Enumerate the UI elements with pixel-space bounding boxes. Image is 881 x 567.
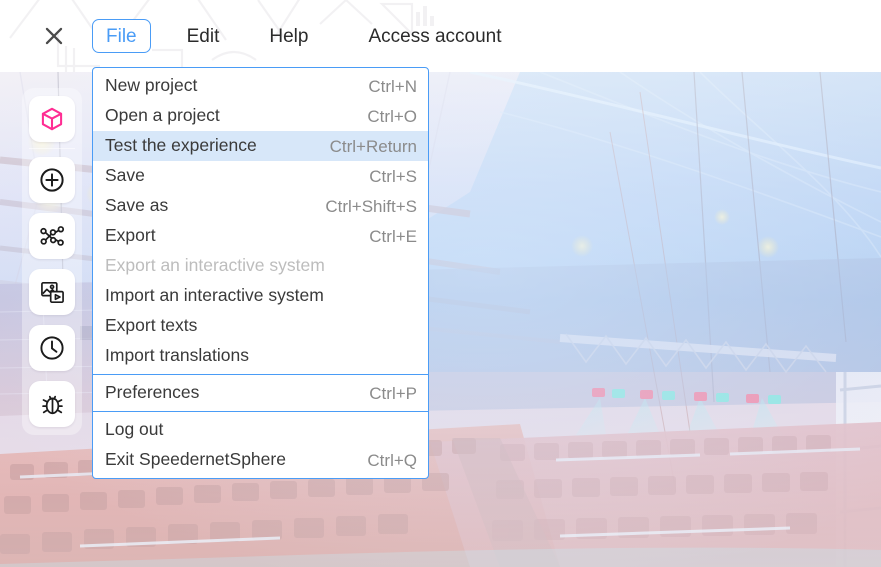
- menu-file[interactable]: File: [92, 19, 151, 53]
- menu-item-shortcut: Ctrl+N: [368, 78, 417, 95]
- tool-sidebar: [22, 88, 82, 435]
- menu-item-new-project[interactable]: New project Ctrl+N: [93, 71, 428, 101]
- menu-item-label: Test the experience: [105, 137, 257, 155]
- menu-item-shortcut: Ctrl+Shift+S: [325, 198, 417, 215]
- node-graph-icon: [39, 223, 66, 250]
- menu-item-open-a-project[interactable]: Open a project Ctrl+O: [93, 101, 428, 131]
- menu-item-shortcut: Ctrl+O: [367, 108, 417, 125]
- menu-item-label: Exit SpeedernetSphere: [105, 451, 286, 469]
- menu-item-test-the-experience[interactable]: Test the experience Ctrl+Return: [93, 131, 428, 161]
- menu-item-label: Export an interactive system: [105, 257, 325, 275]
- sidebar-divider: [29, 148, 75, 149]
- menu-help[interactable]: Help: [255, 19, 322, 53]
- menu-item-shortcut: Ctrl+Q: [367, 452, 417, 469]
- menu-item-label: Export texts: [105, 317, 197, 335]
- menu-edit[interactable]: Edit: [173, 19, 234, 53]
- menu-item-label: Import translations: [105, 347, 249, 365]
- application-window: File Edit Help Access account New projec…: [0, 0, 881, 567]
- menu-item-log-out[interactable]: Log out: [93, 415, 428, 445]
- menu-item-label: Save as: [105, 197, 168, 215]
- cube-icon: [39, 106, 65, 132]
- media-library-icon: [39, 279, 66, 306]
- sidebar-item-timeline[interactable]: [29, 325, 75, 371]
- bug-icon: [39, 391, 66, 418]
- menu-item-label: Log out: [105, 421, 163, 439]
- menu-item-preferences[interactable]: Preferences Ctrl+P: [93, 378, 428, 408]
- menu-item-shortcut: Ctrl+S: [369, 168, 417, 185]
- close-button[interactable]: [36, 18, 72, 54]
- menu-item-shortcut: Ctrl+Return: [330, 138, 417, 155]
- menu-item-label: Import an interactive system: [105, 287, 324, 305]
- sidebar-item-interaction-graph[interactable]: [29, 213, 75, 259]
- menu-item-export-texts[interactable]: Export texts: [93, 311, 428, 341]
- menu-item-import-an-interactive-system[interactable]: Import an interactive system: [93, 281, 428, 311]
- menu-item-exit-speedernetsphere[interactable]: Exit SpeedernetSphere Ctrl+Q: [93, 445, 428, 475]
- clock-icon: [38, 334, 66, 362]
- menu-item-export-an-interactive-system: Export an interactive system: [93, 251, 428, 281]
- sidebar-item-debug[interactable]: [29, 381, 75, 427]
- menu-separator: [93, 411, 428, 412]
- menu-item-shortcut: Ctrl+P: [369, 385, 417, 402]
- close-icon: [41, 23, 67, 49]
- menu-item-label: Preferences: [105, 384, 199, 402]
- menu-item-save-as[interactable]: Save as Ctrl+Shift+S: [93, 191, 428, 221]
- menu-item-label: Export: [105, 227, 156, 245]
- sidebar-item-media-library[interactable]: [29, 269, 75, 315]
- menu-item-label: New project: [105, 77, 197, 95]
- menu-separator: [93, 374, 428, 375]
- sidebar-item-add-element[interactable]: [29, 157, 75, 203]
- menu-item-shortcut: Ctrl+E: [369, 228, 417, 245]
- file-dropdown-menu: New project Ctrl+N Open a project Ctrl+O…: [92, 67, 429, 479]
- menu-item-save[interactable]: Save Ctrl+S: [93, 161, 428, 191]
- menu-access-account[interactable]: Access account: [354, 19, 515, 53]
- top-menu-bar: File Edit Help Access account: [0, 0, 881, 72]
- menu-item-label: Open a project: [105, 107, 220, 125]
- plus-circle-icon: [38, 166, 66, 194]
- menu-item-export[interactable]: Export Ctrl+E: [93, 221, 428, 251]
- sidebar-item-scene-objects[interactable]: [29, 96, 75, 142]
- menu-item-import-translations[interactable]: Import translations: [93, 341, 428, 371]
- menu-item-label: Save: [105, 167, 145, 185]
